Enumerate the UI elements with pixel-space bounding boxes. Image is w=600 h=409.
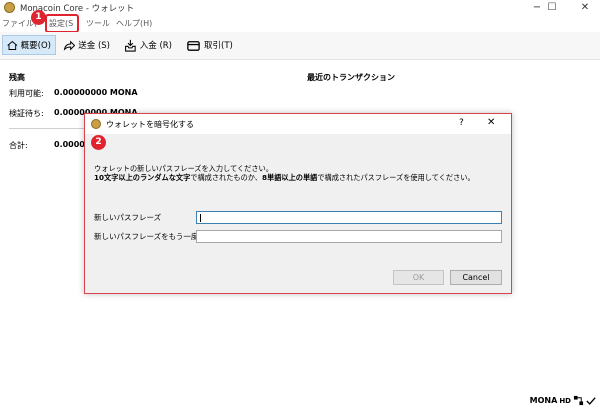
repeat-passphrase-label: 新しいパスフレーズをもう一度: [94, 232, 199, 241]
new-passphrase-input[interactable]: [196, 211, 502, 224]
network-icon[interactable]: [573, 395, 584, 406]
monacoin-app-icon: [4, 2, 15, 13]
toolbar: 概要(O) 送金 (S) 入金 (R) 取引(T): [0, 32, 600, 60]
dialog-title: ウォレットを暗号化する: [106, 120, 194, 129]
menu-bar: ファイル( 設定(S ツール ヘルプ(H): [0, 16, 600, 31]
menu-tools[interactable]: ツール: [86, 18, 110, 29]
dialog-title-bar: ウォレットを暗号化する ? ✕: [85, 114, 511, 134]
total-label: 合計:: [9, 141, 28, 150]
menu-help[interactable]: ヘルプ(H): [116, 18, 152, 29]
title-bar: Monacoin Core - ウォレット − ☐ ✕: [0, 0, 600, 16]
balance-heading: 残高: [9, 73, 25, 82]
instruction-line-2: 10文字以上のランダムな文字で構成されたものか、8単語以上の単語で構成されたパス…: [94, 173, 475, 183]
step-2-badge: 2: [91, 135, 106, 150]
overview-tab[interactable]: 概要(O): [2, 35, 56, 55]
status-bar: MONA HD: [530, 395, 596, 406]
receive-tab[interactable]: 入金 (R): [120, 35, 176, 55]
encrypt-wallet-dialog: ウォレットを暗号化する ? ✕ ウォレットの新しいパスフレーズを入力してください…: [84, 113, 512, 294]
dialog-body: ウォレットの新しいパスフレーズを入力してください。 10文字以上のランダムな文字…: [85, 134, 511, 293]
settings-highlight-box: [45, 14, 79, 33]
instruction-text-1: で構成されたものか、: [190, 173, 262, 182]
ok-button[interactable]: OK: [393, 270, 444, 285]
text-cursor: [200, 214, 201, 222]
available-value: 0.00000000 MONA: [54, 88, 138, 97]
dialog-close-button[interactable]: ✕: [487, 117, 495, 128]
send-tab-label: 送金 (S): [78, 41, 110, 51]
instruction-emphasis-1: 10文字以上のランダムな文字: [94, 173, 191, 182]
send-tab[interactable]: 送金 (S): [59, 35, 114, 55]
maximize-button[interactable]: ☐: [537, 0, 567, 16]
close-window-button[interactable]: ✕: [570, 0, 600, 16]
home-icon: [7, 40, 18, 50]
cancel-button[interactable]: Cancel: [450, 270, 502, 285]
transactions-tab-label: 取引(T): [204, 41, 233, 51]
instruction-text-2: で構成されたパスフレーズを使用してください。: [317, 173, 475, 182]
dialog-app-icon: [91, 119, 101, 129]
repeat-passphrase-input[interactable]: [196, 230, 502, 243]
instruction-emphasis-2: 8単語以上の単語: [262, 173, 318, 182]
receive-tab-label: 入金 (R): [139, 41, 172, 51]
transactions-tab[interactable]: 取引(T): [182, 35, 238, 55]
available-label: 利用可能:: [9, 89, 44, 98]
new-passphrase-label: 新しいパスフレーズ: [94, 213, 162, 222]
overview-tab-label: 概要(O): [20, 41, 51, 51]
receive-inbox-icon: [125, 39, 136, 52]
hd-label: HD: [559, 396, 571, 405]
dialog-help-button[interactable]: ?: [459, 118, 464, 128]
unit-label[interactable]: MONA: [530, 396, 558, 405]
sync-check-icon: [586, 396, 596, 405]
total-value: 0.0000: [54, 140, 85, 149]
send-arrow-icon: [63, 39, 76, 51]
recent-transactions-heading: 最近のトランザクション: [307, 73, 395, 82]
balance-divider: [9, 128, 84, 129]
transactions-card-icon: [187, 40, 200, 51]
step-1-badge: 1: [31, 10, 46, 25]
pending-label: 検証待ち:: [9, 109, 44, 118]
